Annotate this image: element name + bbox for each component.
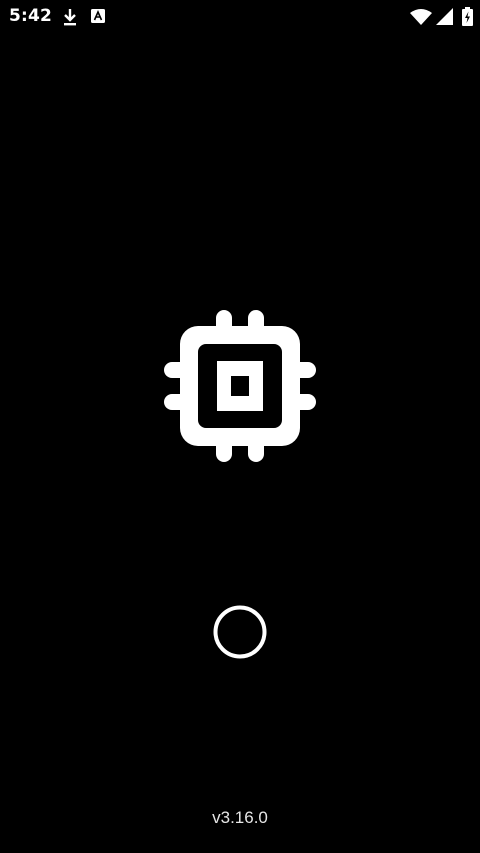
- status-bar: 5:42: [0, 0, 480, 34]
- wifi-icon: [410, 9, 432, 25]
- battery-charging-icon: [462, 7, 473, 26]
- loading-ring-icon: [213, 605, 267, 659]
- a-letter-notification-icon: [91, 9, 105, 23]
- app-version-label: v3.16.0: [212, 808, 268, 827]
- status-time: 5:42: [9, 6, 53, 26]
- cpu-chip-icon: [164, 310, 316, 462]
- download-icon: [64, 9, 76, 26]
- cell-signal-icon: [436, 8, 453, 25]
